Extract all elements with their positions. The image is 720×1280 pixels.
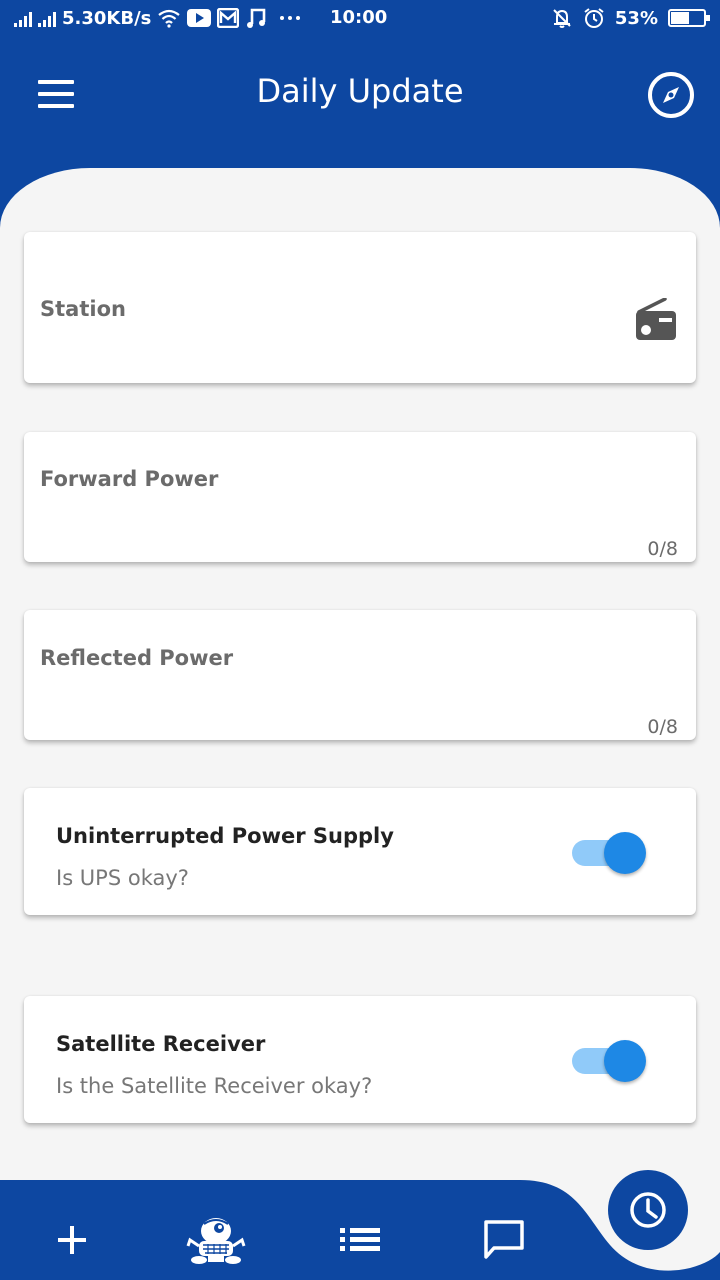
page-title: Daily Update	[256, 72, 464, 110]
clock-fab-button[interactable]	[608, 1170, 688, 1250]
chat-icon[interactable]	[472, 1208, 536, 1272]
status-time: 10:00	[330, 7, 388, 28]
alarm-icon	[583, 7, 605, 29]
clock-icon	[628, 1190, 668, 1230]
battery-percent: 53%	[614, 7, 658, 29]
forward-power-counter: 0/8	[647, 538, 678, 560]
satellite-card: Satellite Receiver Is the Satellite Rece…	[24, 996, 696, 1123]
youtube-icon	[187, 9, 212, 27]
ups-title: Uninterrupted Power Supply	[56, 824, 394, 848]
alarm-off-icon	[551, 7, 573, 29]
battery-icon	[668, 9, 710, 27]
ups-card: Uninterrupted Power Supply Is UPS okay?	[24, 788, 696, 915]
satellite-subtitle: Is the Satellite Receiver okay?	[56, 1074, 373, 1098]
more-dots-icon	[279, 15, 301, 21]
satellite-toggle-thumb	[604, 1040, 646, 1082]
music-icon	[245, 7, 267, 29]
wifi-icon	[157, 8, 181, 28]
radio-icon[interactable]	[635, 297, 677, 342]
ups-subtitle: Is UPS okay?	[56, 866, 189, 890]
reflected-power-label: Reflected Power	[40, 646, 234, 670]
signal-icon	[38, 9, 56, 27]
add-icon[interactable]	[40, 1208, 104, 1272]
bottom-nav	[0, 1160, 720, 1280]
app-bar: Daily Update	[0, 36, 720, 168]
forward-power-field[interactable]: Forward Power 0/8	[24, 432, 696, 562]
station-label: Station	[40, 297, 126, 321]
reflected-power-field[interactable]: Reflected Power 0/8	[24, 610, 696, 740]
forward-power-label: Forward Power	[40, 467, 219, 491]
ups-toggle[interactable]	[572, 832, 646, 874]
status-right: 53%	[551, 0, 710, 36]
ups-toggle-thumb	[604, 832, 646, 874]
mail-icon	[217, 8, 240, 28]
reflected-power-counter: 0/8	[647, 716, 678, 738]
compass-icon[interactable]	[646, 70, 696, 120]
list-icon[interactable]	[328, 1208, 392, 1272]
station-field[interactable]: Station	[24, 232, 696, 383]
status-left: 5.30KB/s	[14, 7, 301, 29]
status-bar: 5.30KB/s 10:00 53%	[0, 0, 720, 36]
content-sheet: Station Forward Power 0/8 Reflected Powe…	[0, 168, 720, 1160]
mascot-icon[interactable]	[184, 1208, 248, 1272]
signal-icon	[14, 9, 32, 27]
satellite-toggle[interactable]	[572, 1040, 646, 1082]
net-speed: 5.30KB/s	[62, 7, 152, 29]
satellite-title: Satellite Receiver	[56, 1032, 266, 1056]
